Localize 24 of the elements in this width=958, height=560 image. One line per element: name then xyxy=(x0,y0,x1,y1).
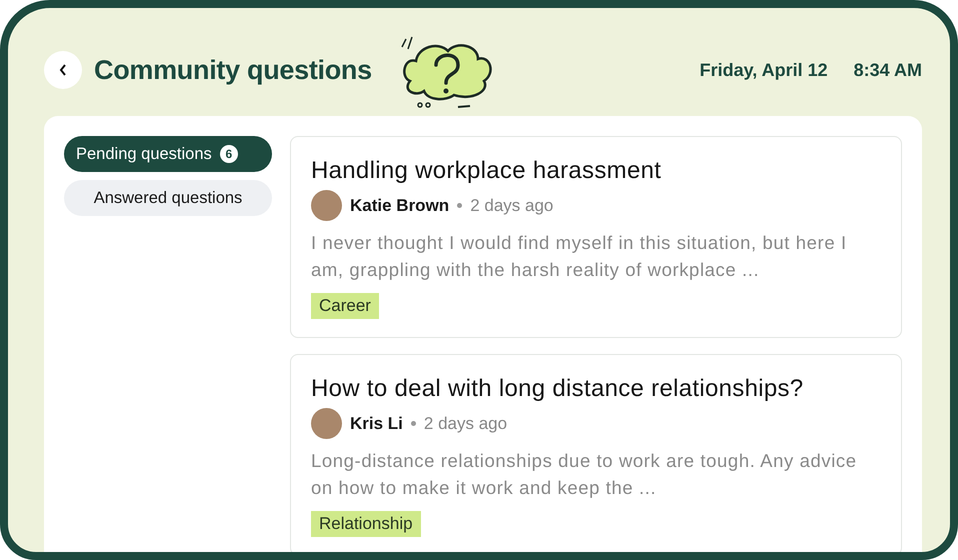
post-time: 2 days ago xyxy=(470,196,554,216)
category-tag: Relationship xyxy=(311,511,421,537)
separator-dot xyxy=(410,421,416,426)
question-card[interactable]: How to deal with long distance relationships? Kris Li 2 days ago Long-distance relationships due to work are tough. Any advice on how to make it work and keep the ... Relationship xyxy=(290,354,902,552)
filter-tab[interactable]: Pending questions 6 xyxy=(64,136,272,172)
question-title: Handling workplace harassment xyxy=(311,157,662,185)
question-title: How to deal with long distance relationships? xyxy=(311,375,804,403)
question-card[interactable]: Handling workplace harassment Katie Brown 2 days ago I never thought I would find myself in this situation, but here I am, grappling with the harsh reality of workplace ... Career xyxy=(290,136,902,338)
separator-dot xyxy=(457,203,462,208)
back-chevron-icon xyxy=(58,63,68,77)
back-button[interactable] xyxy=(44,51,82,89)
category-tag: Career xyxy=(311,293,379,319)
page-title: Community questions xyxy=(94,54,372,86)
filter-tab[interactable]: Answered questions xyxy=(64,180,272,216)
question-excerpt: I never thought I would find myself in this situation, but here I am, grappling with the harsh reality of workplace ... xyxy=(311,231,848,282)
avatar-placeholder xyxy=(311,408,342,439)
question-excerpt: Long-distance relationships due to work are tough. Any advice on how to make it work and keep the ... xyxy=(311,449,858,500)
time-text: 8:34 AM xyxy=(854,60,922,80)
date-text: Friday, April 12 xyxy=(700,60,828,80)
avatar-placeholder xyxy=(311,190,342,221)
author-name: Kris Li xyxy=(350,414,403,434)
count-badge: 6 xyxy=(220,145,238,163)
author-name: Katie Brown xyxy=(350,196,450,216)
post-time: 2 days ago xyxy=(424,414,508,434)
